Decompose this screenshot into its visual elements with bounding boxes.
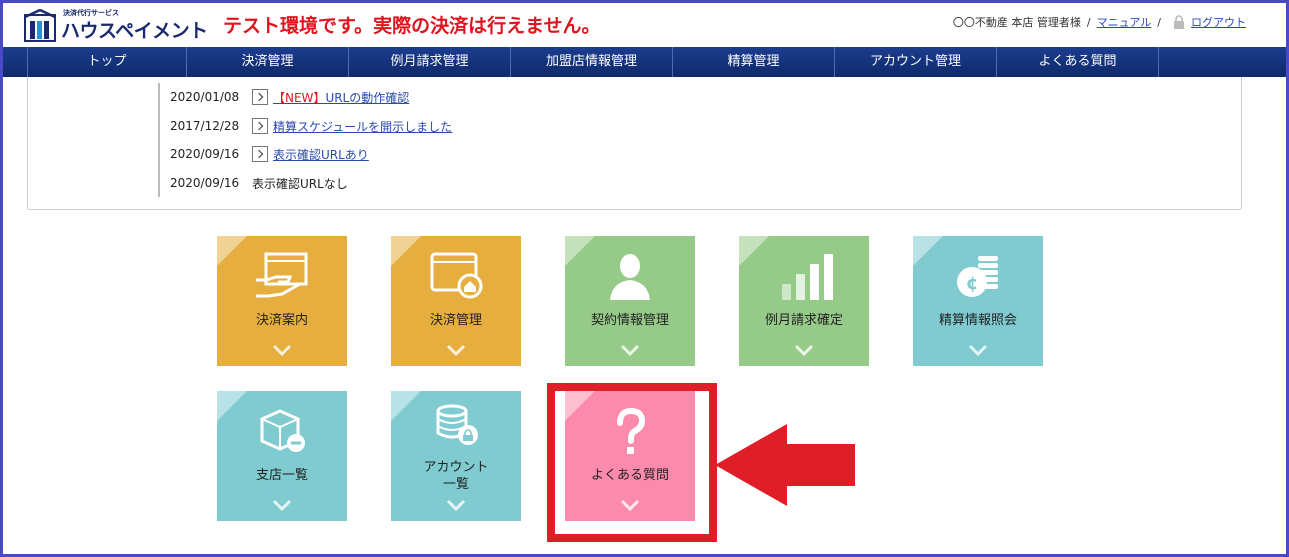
separator: / [1086,15,1091,29]
logo-text: ハウスペイメント [61,20,208,42]
tile-monthly-billing-confirm[interactable]: 例月請求確定 [739,236,869,366]
chevron-down-icon [968,344,988,356]
lock-icon [1174,15,1184,29]
news-link[interactable]: 【NEW】URLの動作確認 [273,89,409,106]
logout-link[interactable]: ログアウト [1191,14,1246,30]
news-link[interactable]: 精算スケジュールを開示しました [273,118,452,135]
tile-branch-list[interactable]: 支店一覧 [217,391,347,521]
nav-monthly-billing[interactable]: 例月請求管理 [349,47,511,77]
bar-chart-icon [782,254,833,300]
tile-icon-wrap [217,250,347,304]
tile-contract-info[interactable]: 契約情報管理 [565,236,695,366]
news-item: 2020/09/16 表示確認URLなし [170,174,348,192]
tile-icon-wrap [739,250,869,304]
app-window: 決済代行サービス ハウスペイメント テスト環境です。実際の決済は行えません。 〇… [0,0,1289,557]
highlight-box [547,383,717,542]
tile-label: 契約情報管理 [590,313,669,328]
box-minus-icon [260,409,305,452]
news-date: 2020/09/16 [170,176,240,190]
nav-faq[interactable]: よくある質問 [997,47,1159,77]
news-date: 2020/09/16 [170,147,240,161]
chevron-down-icon [620,344,640,356]
nav-account[interactable]: アカウント管理 [835,47,997,77]
news-item: 2020/01/08 【NEW】URLの動作確認 [170,88,409,106]
coin-stack-icon: ¢ [957,256,998,297]
logo[interactable]: 決済代行サービス ハウスペイメント [23,7,213,45]
logo-mark-icon [24,9,56,42]
news-panel: 2020/01/08 【NEW】URLの動作確認 2017/12/28 精算スケ… [27,77,1242,210]
tile-label: 例月請求確定 [764,313,843,328]
user-area: 〇〇不動産 本店 管理者様 / マニュアル / ログアウト [953,14,1246,30]
tile-icon-wrap: ¢ [913,250,1043,304]
chevron-right-icon[interactable] [252,146,268,162]
browser-home-icon [430,252,483,299]
nav-top[interactable]: トップ [27,47,187,77]
main-nav: トップ 決済管理 例月請求管理 加盟店情報管理 精算管理 アカウント管理 よくあ… [3,47,1286,77]
news-date: 2020/01/08 [170,90,240,104]
tile-label: 決済案内 [255,313,308,328]
chevron-down-icon [446,344,466,356]
news-date: 2017/12/28 [170,119,240,133]
test-env-warning: テスト環境です。実際の決済は行えません。 [223,15,601,37]
news-title: 表示確認URLなし [252,176,348,191]
tile-payment-guide[interactable]: 決済案内 [217,236,347,366]
tile-label: アカウント 一覧 [423,460,489,492]
nav-payment-management[interactable]: 決済管理 [187,47,349,77]
tile-account-list[interactable]: アカウント 一覧 [391,391,521,521]
separator: / [1157,15,1161,29]
payment-hand-icon [256,252,308,298]
news-item: 2020/09/16 表示確認URLあり [170,145,369,163]
tile-payment-management[interactable]: 決済管理 [391,236,521,366]
chevron-down-icon [272,344,292,356]
news-title: URLの動作確認 [325,90,410,105]
nav-settlement[interactable]: 精算管理 [673,47,835,77]
chevron-right-icon[interactable] [252,118,268,134]
tile-icon-wrap [565,250,695,304]
tile-label: 支店一覧 [255,468,308,483]
database-lock-icon [436,404,478,445]
news-item: 2017/12/28 精算スケジュールを開示しました [170,117,452,135]
user-name: 〇〇不動産 本店 管理者様 [952,16,1081,29]
new-badge: 【NEW】 [273,90,326,105]
tile-icon-wrap [391,250,521,304]
chevron-down-icon [794,344,814,356]
nav-merchant-info[interactable]: 加盟店情報管理 [511,47,673,77]
news-timeline-line [158,83,160,197]
chevron-right-icon[interactable] [252,89,268,105]
tile-icon-wrap [391,399,521,453]
svg-text:¢: ¢ [966,273,979,294]
tile-label: 精算情報照会 [938,313,1017,328]
tile-settlement-inquiry[interactable]: ¢ 精算情報照会 [913,236,1043,366]
chevron-down-icon [446,499,466,511]
chevron-down-icon [272,499,292,511]
manual-link[interactable]: マニュアル [1097,14,1152,30]
news-link[interactable]: 表示確認URLあり [273,146,369,163]
tile-label: 決済管理 [429,313,482,328]
arrow-left-icon [715,424,855,506]
tile-icon-wrap [217,405,347,459]
header: 決済代行サービス ハウスペイメント テスト環境です。実際の決済は行えません。 〇… [3,3,1286,47]
person-icon [610,254,650,300]
